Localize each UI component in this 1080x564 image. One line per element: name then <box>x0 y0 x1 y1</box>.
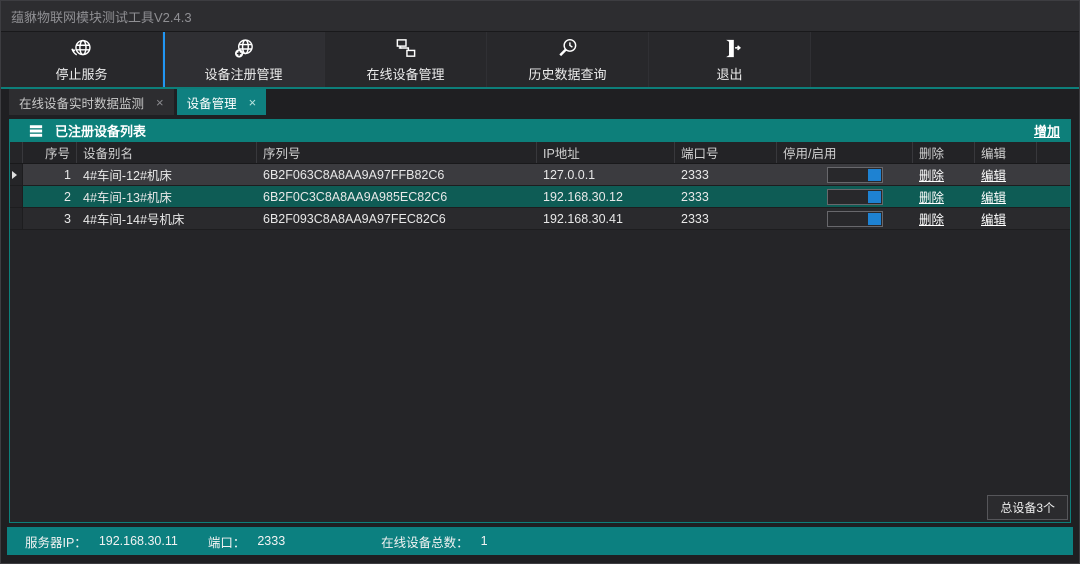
edit-link[interactable]: 编辑 <box>981 209 1006 228</box>
table-body: 1 4#车间-12#机床 6B2F063C8A8AA9A97FFB82C6 12… <box>10 164 1070 522</box>
total-devices-badge: 总设备3个 <box>987 495 1068 520</box>
row-index: 3 <box>64 211 71 226</box>
panel-header: 已注册设备列表 增加 <box>10 119 1070 142</box>
tab-label: 在线设备实时数据监测 <box>19 96 145 111</box>
toggle-knob-icon <box>868 190 881 203</box>
exit-door-icon <box>718 36 741 60</box>
delete-link[interactable]: 删除 <box>919 165 944 184</box>
row-indicator-cell <box>10 208 23 229</box>
col-header-alias[interactable]: 设备别名 <box>77 142 257 163</box>
header-filler-cell <box>1037 142 1070 163</box>
col-header-ip[interactable]: IP地址 <box>537 142 675 163</box>
device-port: 2333 <box>681 211 709 226</box>
network-devices-icon <box>394 36 417 60</box>
enable-toggle[interactable] <box>827 210 883 227</box>
enable-toggle[interactable] <box>827 166 883 183</box>
device-ip: 127.0.0.1 <box>543 167 596 182</box>
device-alias: 4#车间-14#号机床 <box>83 213 185 227</box>
server-ip-value: 192.168.30.11 <box>98 534 178 548</box>
globe-add-icon <box>232 36 255 60</box>
tab-device-management[interactable]: 设备管理 × <box>176 89 267 115</box>
port-value: 2333 <box>257 534 286 548</box>
col-header-serial[interactable]: 序列号 <box>257 142 537 163</box>
device-register-label: 设备注册管理 <box>204 67 283 82</box>
registered-devices-panel: 已注册设备列表 增加 序号 设备别名 序列号 IP地址 端口号 停用/启用 删除… <box>9 119 1071 523</box>
window-title: 蕴貅物联网模块测试工具V2.4.3 <box>11 9 192 25</box>
enable-toggle[interactable] <box>827 188 883 205</box>
row-index: 1 <box>64 167 71 182</box>
statusbar: 服务器IP： 192.168.30.11 端口： 2333 在线设备总数： 1 <box>7 527 1073 555</box>
online-devices-label: 在线设备管理 <box>366 67 445 82</box>
device-serial: 6B2F093C8A8AA9A97FEC82C6 <box>263 211 446 226</box>
row-index: 2 <box>64 189 71 204</box>
device-serial: 6B2F0C3C8A8AA9A985EC82C6 <box>263 189 448 204</box>
tab-online-realtime-monitor[interactable]: 在线设备实时数据监测 × <box>9 89 174 115</box>
delete-link[interactable]: 删除 <box>919 187 944 206</box>
col-header-delete[interactable]: 删除 <box>913 142 975 163</box>
edit-link[interactable]: 编辑 <box>981 187 1006 206</box>
search-history-icon <box>556 36 579 60</box>
enable-toggle-cell <box>777 208 913 229</box>
history-query-label: 历史数据查询 <box>528 67 607 82</box>
device-ip: 192.168.30.41 <box>543 211 623 226</box>
table-row[interactable]: 2 4#车间-13#机床 6B2F0C3C8A8AA9A985EC82C6 19… <box>10 186 1070 208</box>
online-devices-button[interactable]: 在线设备管理 <box>325 32 487 87</box>
enable-toggle-cell <box>777 164 913 185</box>
history-query-button[interactable]: 历史数据查询 <box>487 32 649 87</box>
close-icon[interactable]: × <box>156 95 164 110</box>
toolbar: 停止服务 设备注册管理 在线设备管理 历史数据查询 退出 <box>1 32 1079 89</box>
globe-stop-icon <box>70 36 93 60</box>
device-alias: 4#车间-12#机床 <box>83 169 172 183</box>
table-row[interactable]: 1 4#车间-12#机床 6B2F063C8A8AA9A97FFB82C6 12… <box>10 164 1070 186</box>
edit-link[interactable]: 编辑 <box>981 165 1006 184</box>
online-total-label: 在线设备总数： <box>381 535 469 550</box>
exit-label: 退出 <box>716 67 743 82</box>
row-indicator-cell <box>10 164 23 185</box>
toggle-knob-icon <box>868 168 881 181</box>
toolbar-filler <box>811 32 1079 87</box>
current-row-arrow-icon <box>12 170 17 179</box>
device-port: 2333 <box>681 167 709 182</box>
col-header-index[interactable]: 序号 <box>23 142 77 163</box>
row-filler-cell <box>1037 186 1070 207</box>
row-filler-cell <box>1037 164 1070 185</box>
table-header-row: 序号 设备别名 序列号 IP地址 端口号 停用/启用 删除 编辑 <box>10 142 1070 164</box>
header-gutter-cell <box>10 142 23 163</box>
tabbar: 在线设备实时数据监测 × 设备管理 × <box>1 89 1079 115</box>
panel-title: 已注册设备列表 <box>55 124 147 139</box>
device-ip: 192.168.30.12 <box>543 189 623 204</box>
col-header-enable[interactable]: 停用/启用 <box>777 142 913 163</box>
online-total-value: 1 <box>480 534 488 548</box>
enable-toggle-cell <box>777 186 913 207</box>
server-ip-label: 服务器IP： <box>25 535 87 550</box>
device-serial: 6B2F063C8A8AA9A97FFB82C6 <box>263 167 445 182</box>
device-register-button[interactable]: 设备注册管理 <box>163 32 325 87</box>
stop-service-button[interactable]: 停止服务 <box>1 32 163 87</box>
tab-label: 设备管理 <box>186 96 237 111</box>
stop-service-label: 停止服务 <box>55 67 108 82</box>
table-row[interactable]: 3 4#车间-14#号机床 6B2F093C8A8AA9A97FEC82C6 1… <box>10 208 1070 230</box>
row-filler-cell <box>1037 208 1070 229</box>
col-header-port[interactable]: 端口号 <box>675 142 777 163</box>
delete-link[interactable]: 删除 <box>919 209 944 228</box>
close-icon[interactable]: × <box>249 95 257 110</box>
device-alias: 4#车间-13#机床 <box>83 191 172 205</box>
col-header-edit[interactable]: 编辑 <box>975 142 1037 163</box>
exit-button[interactable]: 退出 <box>649 32 811 87</box>
device-port: 2333 <box>681 189 709 204</box>
app-window: 蕴貅物联网模块测试工具V2.4.3 停止服务 设备注册管理 在线设备管理 历史数… <box>0 0 1080 564</box>
toggle-knob-icon <box>868 212 881 225</box>
add-device-link[interactable]: 增加 <box>1034 121 1060 140</box>
titlebar: 蕴貅物联网模块测试工具V2.4.3 <box>1 1 1079 32</box>
row-indicator-cell <box>10 186 23 207</box>
port-label: 端口： <box>207 535 246 550</box>
list-icon <box>29 124 43 138</box>
